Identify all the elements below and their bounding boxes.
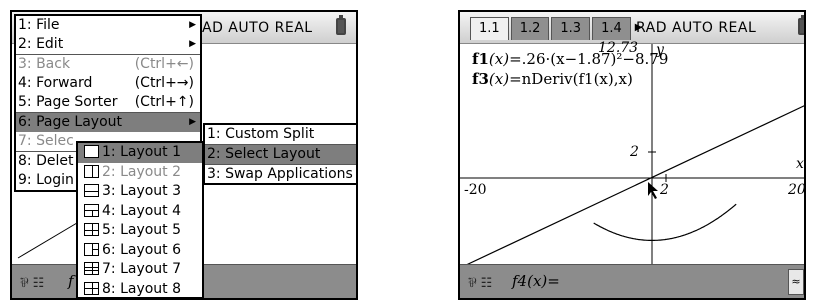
menu-item-label: 3: Layout 3 (102, 183, 182, 199)
menu-item-label: 3: Back (18, 56, 71, 72)
main-menu-item[interactable]: 6: Page Layout ▶ (16, 112, 200, 132)
menu-item-label: 4: Layout 4 (102, 202, 182, 219)
layout-menu-item[interactable]: 4: Layout 4 (78, 202, 202, 222)
layout-menu-item[interactable]: 2: Layout 2 (78, 163, 202, 183)
main-menu-item[interactable]: 2: Edit ▶ (16, 35, 200, 54)
f1-definition[interactable]: f1(x)=.26·(x−1.87)²−8.79 (472, 50, 668, 68)
layout-menu-item[interactable]: 3: Layout 3 (78, 182, 202, 202)
x-min-label: -20 (464, 182, 487, 198)
menu-item-label: 5: Page Sorter (18, 94, 118, 110)
battery-icon (798, 15, 804, 35)
layout-4-icon (84, 203, 99, 217)
page-tab[interactable]: 1.1 (470, 17, 509, 40)
page-layout-menu-item[interactable]: 2: Select Layout▶ (205, 144, 356, 164)
menu-item-label: 2: Layout 2 (102, 163, 182, 180)
menu-item-label: 2: Edit (18, 36, 64, 52)
right-calculator-screen: 1.1 1.2 1.3 1.4 ▶ RAD AUTO REAL f1(x)=.26·(x… (458, 10, 806, 300)
menu-item-shortcut: (Ctrl+↑) (134, 94, 194, 110)
status-text: RAD AUTO REAL (636, 20, 757, 36)
page-tab[interactable]: 1.2 (510, 17, 550, 40)
menu-item-label: 7: Selec (18, 133, 74, 149)
main-menu-item[interactable]: 1: File ▶ (16, 16, 200, 35)
entry-icons: ⅌ ☷ (20, 276, 45, 291)
page-tab[interactable]: 1.3 (551, 17, 591, 40)
menu-item-label: 8: Layout 8 (102, 280, 182, 297)
layout-menu-item[interactable]: 6: Layout 6 (78, 241, 202, 261)
main-menu-item[interactable]: 5: Page Sorter (Ctrl+↑) (16, 93, 200, 112)
layout-menu-item[interactable]: 1: Layout 1 (78, 143, 202, 163)
layout-1-icon (84, 145, 99, 158)
page-layout-menu-item[interactable]: 1: Custom Split (205, 125, 356, 144)
menu-item-label: 2: Select Layout (207, 146, 321, 162)
menu-item-label: 1: Layout 1 (102, 144, 182, 160)
menu-item-shortcut: (Ctrl+→) (134, 75, 194, 91)
menu-item-shortcut: (Ctrl+←) (134, 56, 194, 72)
page-tab[interactable]: 1.4 (592, 17, 631, 40)
submenu-arrow-icon: ▶ (189, 20, 196, 30)
menu-item-label: 3: Swap Applications (207, 166, 353, 182)
layout-6-icon (84, 242, 99, 256)
entry-icons: ⅌ ☷ (468, 276, 493, 291)
submenu-arrow-icon: ▶ (189, 117, 196, 127)
f3-definition[interactable]: f3(x)=nDeriv(f1(x),x) (472, 70, 633, 88)
layout-5-icon (84, 223, 99, 236)
x-axis-label: x (796, 156, 804, 172)
layout-2-icon (84, 164, 99, 178)
page-layout-submenu: 1: Custom Split 2: Select Layout▶ 3: Swap … (203, 123, 356, 185)
cursor-arrow-icon[interactable] (648, 182, 658, 199)
layout-submenu: 1: Layout 1 2: Layout 2 3: Layout 3 4: Layo… (76, 141, 204, 299)
menu-item-label: 6: Page Layout (18, 114, 123, 130)
y-axis-label: y (656, 42, 664, 58)
menu-item-label: 1: Custom Split (207, 126, 315, 142)
layout-3-icon (84, 184, 99, 197)
layout-menu-item[interactable]: 7: Layout 7 (78, 260, 202, 280)
y-max-label: 12.73 (598, 40, 639, 56)
main-menu-item[interactable]: 4: Forward (Ctrl+→) (16, 74, 200, 93)
menu-item-label: 8: Delet (18, 153, 74, 169)
layout-menu-item[interactable]: 8: Layout 8 (78, 280, 202, 299)
submenu-arrow-icon: ▶ (189, 39, 196, 49)
menu-item-label: 5: Layout 5 (102, 222, 182, 238)
menu-item-label: 7: Layout 7 (102, 261, 182, 277)
status-text: AD AUTO REAL (202, 20, 313, 36)
y-tick-label: 2 (630, 144, 639, 160)
layout-8-icon (84, 281, 99, 295)
menu-item-label: 1: File (18, 17, 60, 33)
f3-derivative-line (463, 105, 804, 266)
main-menu-item[interactable]: 3: Back (Ctrl+←) (16, 54, 200, 74)
page-tabs: 1.1 1.2 1.3 1.4 ▶ (470, 17, 642, 41)
x-tick-label: 2 (660, 182, 669, 198)
page-layout-menu-item[interactable]: 3: Swap Applications (205, 164, 356, 184)
x-max-label: 20 (788, 182, 806, 198)
background-line (17, 219, 83, 259)
entry-expression: f (68, 272, 74, 290)
scroll-icon[interactable]: ≈ (788, 269, 804, 295)
layout-7-icon (84, 262, 99, 275)
layout-menu-item[interactable]: 5: Layout 5 (78, 221, 202, 241)
graph-area[interactable]: f1(x)=.26·(x−1.87)²−8.79 f3(x)=nDeriv(f1… (460, 40, 806, 266)
menu-item-label: 4: Forward (18, 75, 93, 91)
battery-icon (336, 15, 346, 35)
entry-line[interactable]: ⅌ ☷ f4(x)= ≈ (460, 264, 804, 298)
menu-item-label: 9: Login (18, 172, 74, 188)
left-calculator-screen: AD AUTO REAL ⅌ ☷ f 1: File ▶ 2: Edit ▶ 3: Ba… (10, 10, 358, 300)
menu-item-label: 6: Layout 6 (102, 241, 182, 258)
f1-parabola (593, 203, 737, 241)
entry-expression[interactable]: f4(x)= (512, 272, 560, 290)
